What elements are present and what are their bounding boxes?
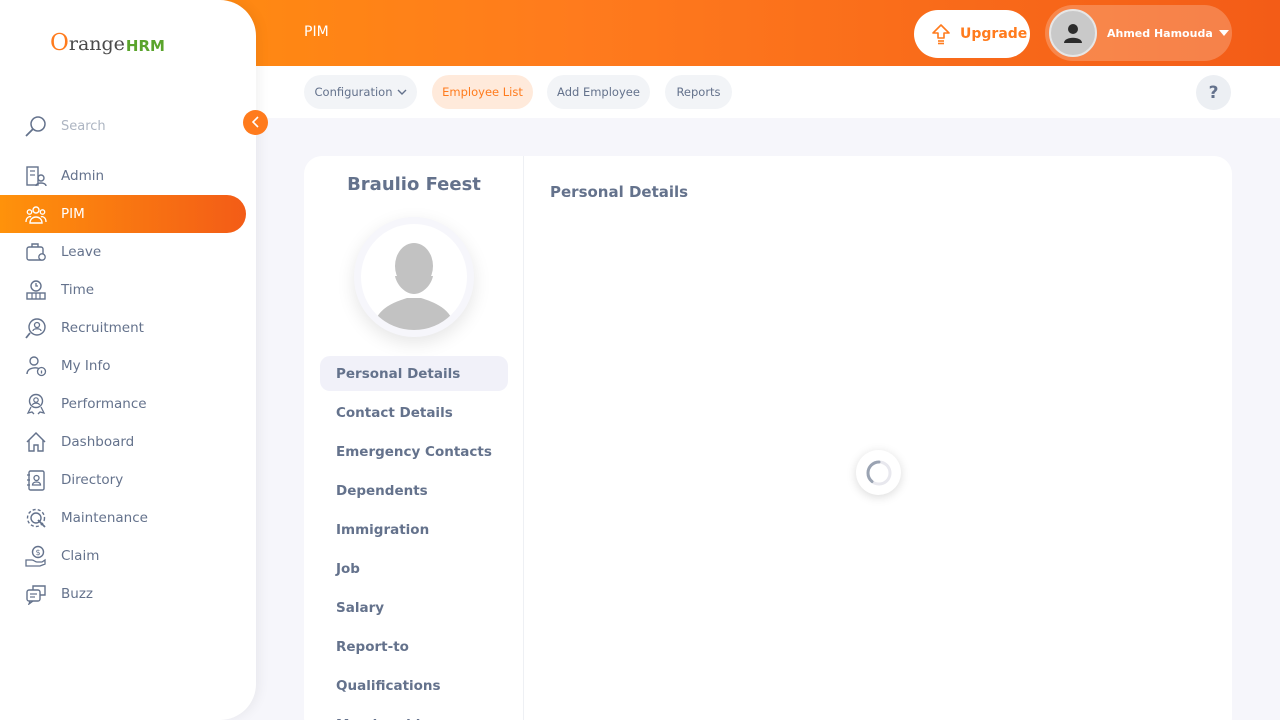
sidebar-item-dashboard[interactable]: Dashboard xyxy=(0,423,256,461)
logo-o: O xyxy=(50,30,69,56)
sidebar-item-recruitment[interactable]: Recruitment xyxy=(0,309,256,347)
my-info-icon xyxy=(24,355,47,378)
sidebar-item-label: Buzz xyxy=(61,586,93,602)
sidebar-item-label: Performance xyxy=(61,396,147,412)
employee-photo[interactable] xyxy=(354,217,474,337)
upgrade-button[interactable]: Upgrade xyxy=(914,10,1030,58)
sub-navigation: Configuration Employee List Add Employee… xyxy=(256,66,1280,118)
tab-memberships[interactable]: Memberships xyxy=(320,707,508,720)
caret-down-icon xyxy=(1218,30,1229,36)
tab-immigration[interactable]: Immigration xyxy=(320,512,508,547)
logo-text: Orange xyxy=(50,32,125,55)
user-avatar-icon xyxy=(1064,24,1082,43)
recruitment-icon xyxy=(24,317,47,340)
orangehrm-logo[interactable]: Orange HRM xyxy=(50,32,165,56)
sidebar-item-label: Directory xyxy=(61,472,124,488)
performance-icon xyxy=(24,393,47,416)
logo-hrm: HRM xyxy=(125,37,165,55)
sidebar-item-label: Dashboard xyxy=(61,434,135,450)
tab-personal-details[interactable]: Personal Details xyxy=(320,356,508,391)
directory-icon xyxy=(24,469,47,492)
tab-job[interactable]: Job xyxy=(320,551,508,586)
main-menu: Admin PIM Leave Time Recruitment My Info… xyxy=(0,157,256,613)
sidebar-item-buzz[interactable]: Buzz xyxy=(0,575,256,613)
leave-icon xyxy=(24,241,47,264)
chevron-down-icon xyxy=(397,85,407,99)
dashboard-icon xyxy=(24,431,47,454)
avatar xyxy=(1049,9,1097,57)
tab-salary[interactable]: Salary xyxy=(320,590,508,625)
upgrade-label: Upgrade xyxy=(960,26,1028,42)
tab-configuration[interactable]: Configuration xyxy=(304,75,417,109)
upgrade-icon xyxy=(929,23,952,46)
tab-label: Add Employee xyxy=(557,85,640,99)
tab-label: Configuration xyxy=(314,85,393,99)
claim-icon: $ xyxy=(24,545,47,568)
pim-icon xyxy=(24,203,47,226)
employee-tabs: Personal Details Contact Details Emergen… xyxy=(320,356,508,720)
sidebar-collapse-button[interactable] xyxy=(243,110,268,135)
sidebar-item-performance[interactable]: Performance xyxy=(0,385,256,423)
logo-rest: range xyxy=(68,33,125,55)
tab-label: Reports xyxy=(676,85,721,99)
svg-text:$: $ xyxy=(35,548,40,557)
section-title: Personal Details xyxy=(550,183,689,201)
chevron-left-icon xyxy=(251,113,261,132)
tab-reports[interactable]: Reports xyxy=(665,75,732,109)
employee-name: Braulio Feest xyxy=(347,174,481,195)
sidebar-item-label: Leave xyxy=(61,244,102,260)
user-menu[interactable]: Ahmed Hamouda xyxy=(1045,5,1232,61)
tab-label: Employee List xyxy=(442,85,523,99)
search-placeholder: Search xyxy=(61,118,106,134)
sidebar-item-claim[interactable]: $ Claim xyxy=(0,537,256,575)
buzz-icon xyxy=(24,583,47,606)
sidebar-item-label: PIM xyxy=(61,206,85,222)
user-name: Ahmed Hamouda xyxy=(1107,26,1213,40)
sidebar-item-directory[interactable]: Directory xyxy=(0,461,256,499)
help-button[interactable]: ? xyxy=(1196,75,1231,110)
profile-placeholder-icon xyxy=(361,224,467,330)
maintenance-icon xyxy=(24,507,47,530)
sidebar-item-time[interactable]: Time xyxy=(0,271,256,309)
sidebar: Orange HRM Search Admin PIM Leave Time R… xyxy=(0,0,256,720)
sidebar-item-label: Admin xyxy=(61,168,105,184)
sidebar-item-label: Recruitment xyxy=(61,320,144,336)
search-icon xyxy=(24,115,47,138)
search-input[interactable]: Search xyxy=(24,110,234,142)
tab-employee-list[interactable]: Employee List xyxy=(432,75,533,109)
sidebar-item-label: Time xyxy=(61,282,95,298)
loading-spinner-icon xyxy=(856,450,901,495)
tab-emergency-contacts[interactable]: Emergency Contacts xyxy=(320,434,508,469)
tab-dependents[interactable]: Dependents xyxy=(320,473,508,508)
sidebar-item-leave[interactable]: Leave xyxy=(0,233,256,271)
admin-icon xyxy=(24,165,47,188)
tab-add-employee[interactable]: Add Employee xyxy=(547,75,650,109)
tab-report-to[interactable]: Report-to xyxy=(320,629,508,664)
sidebar-item-pim[interactable]: PIM xyxy=(0,195,246,233)
sidebar-item-label: My Info xyxy=(61,358,111,374)
sidebar-item-my-info[interactable]: My Info xyxy=(0,347,256,385)
tab-contact-details[interactable]: Contact Details xyxy=(320,395,508,430)
employee-card: Braulio Feest Personal Details Contact D… xyxy=(304,156,1232,720)
sidebar-item-maintenance[interactable]: Maintenance xyxy=(0,499,256,537)
time-icon xyxy=(24,279,47,302)
sidebar-item-label: Maintenance xyxy=(61,510,148,526)
sidebar-item-admin[interactable]: Admin xyxy=(0,157,256,195)
employee-tab-panel: Braulio Feest Personal Details Contact D… xyxy=(304,156,524,720)
sidebar-item-label: Claim xyxy=(61,548,100,564)
tab-qualifications[interactable]: Qualifications xyxy=(320,668,508,703)
module-title: PIM xyxy=(304,24,329,40)
